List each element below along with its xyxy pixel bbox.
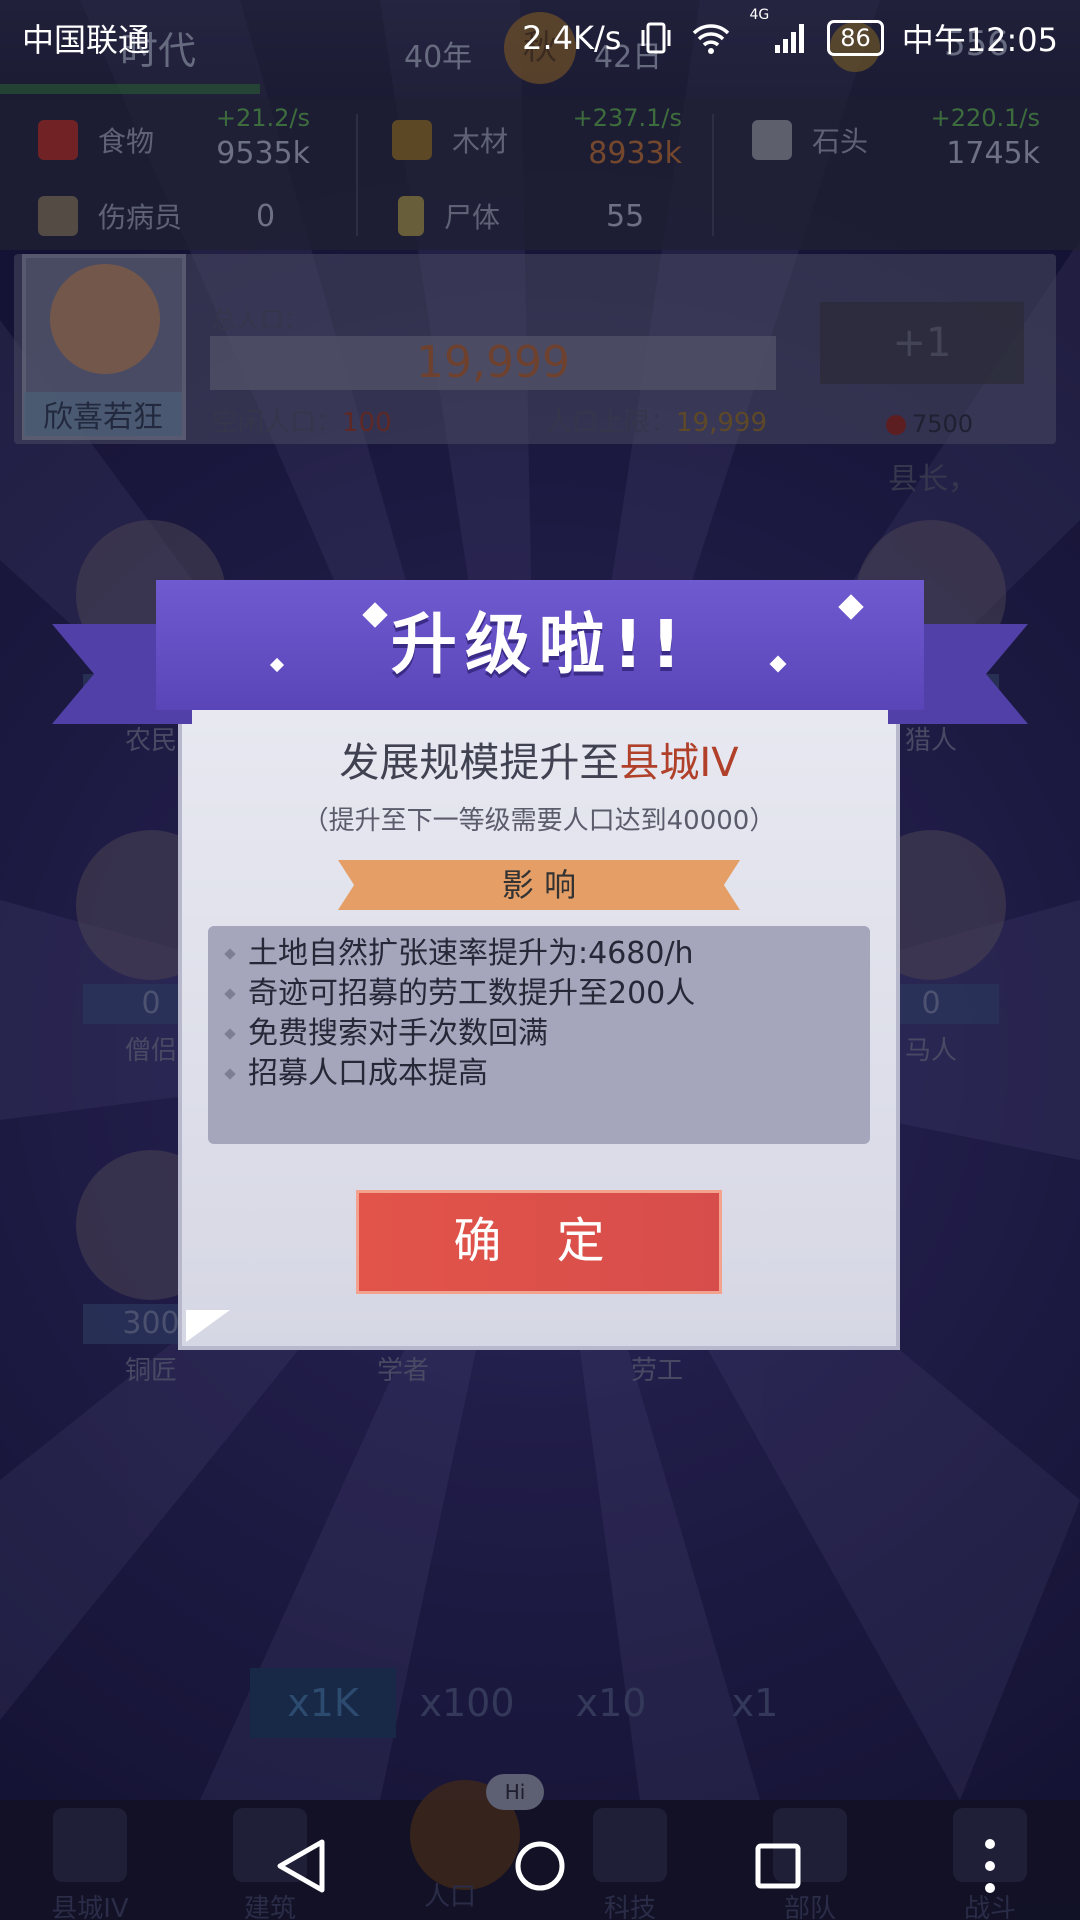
bullet-icon — [224, 1028, 236, 1040]
bullet-icon — [224, 988, 236, 1000]
clock: 中午12:05 — [901, 21, 1058, 59]
status-bar: 中国联通 2.4K/s 4G 86 中午12:05 — [0, 0, 1080, 76]
list-item: 免费搜索对手次数回满 — [224, 1014, 870, 1054]
effect-text: 土地自然扩张速率提升为:4680/h — [248, 936, 694, 971]
battery-level: 86 — [827, 20, 884, 56]
impact-tag: 影 响 — [338, 860, 740, 910]
bullet-icon — [224, 948, 236, 960]
dialog-headline: 发展规模提升至县城IV — [182, 730, 896, 788]
dialog-title-ribbon: 升级啦!! — [52, 580, 1028, 730]
corner-decoration — [186, 1310, 230, 1342]
network-type: 4G — [749, 7, 770, 23]
more-options-icon[interactable] — [970, 1832, 1010, 1902]
status-icons: 2.4K/s 4G 86 中午12:05 — [522, 7, 1058, 61]
effect-text: 奇迹可招募的劳工数提升至200人 — [248, 976, 696, 1011]
dialog-subtitle: （提升至下一等级需要人口达到40000） — [302, 806, 776, 836]
signal-icon — [775, 24, 805, 53]
effect-text: 招募人口成本提高 — [248, 1056, 488, 1091]
confirm-button[interactable]: 确 定 — [356, 1190, 722, 1294]
effects-list: 土地自然扩张速率提升为:4680/h 奇迹可招募的劳工数提升至200人 免费搜索… — [208, 926, 870, 1144]
back-icon[interactable] — [270, 1834, 334, 1898]
home-icon[interactable] — [508, 1834, 572, 1898]
vibrate-icon — [641, 22, 671, 54]
bullet-icon — [224, 1068, 236, 1080]
list-item: 招募人口成本提高 — [224, 1054, 870, 1094]
headline-prefix: 发展规模提升至 — [339, 740, 620, 786]
carrier-name: 中国联通 — [22, 21, 151, 59]
effect-text: 免费搜索对手次数回满 — [248, 1016, 548, 1051]
list-item: 土地自然扩张速率提升为:4680/h — [224, 934, 870, 974]
network-speed: 2.4K/s — [522, 19, 622, 57]
recent-apps-icon[interactable] — [746, 1834, 810, 1898]
dialog-title: 升级啦!! — [390, 606, 690, 683]
wifi-icon — [693, 24, 730, 54]
headline-highlight: 县城IV — [619, 740, 739, 786]
list-item: 奇迹可招募的劳工数提升至200人 — [224, 974, 870, 1014]
